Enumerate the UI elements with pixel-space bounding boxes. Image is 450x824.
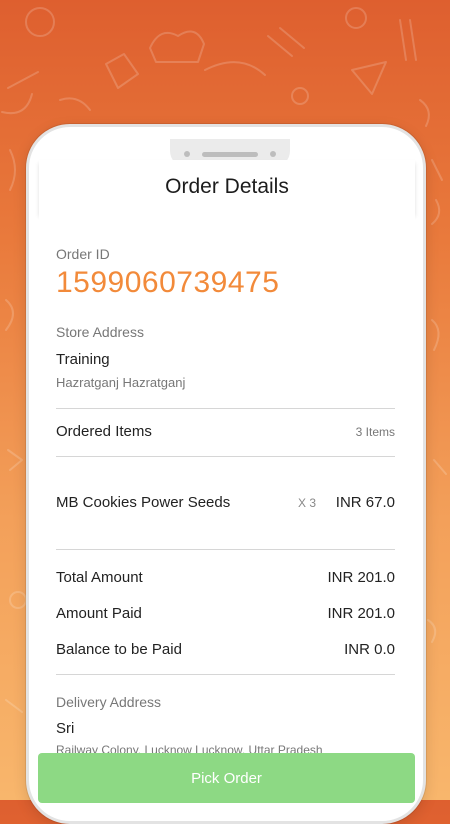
order-details-content[interactable]: Order ID 1599060739475 Store Address Tra… bbox=[39, 214, 415, 800]
list-item: MB Cookies Power Seeds X 3 INR 67.0 bbox=[56, 494, 395, 511]
divider bbox=[56, 456, 395, 457]
store-name: Training bbox=[56, 351, 110, 368]
camera-dot-icon bbox=[184, 151, 190, 157]
pick-order-button[interactable]: Pick Order bbox=[38, 753, 415, 803]
balance-value: INR 0.0 bbox=[344, 641, 395, 658]
divider bbox=[56, 674, 395, 675]
delivery-address-label: Delivery Address bbox=[56, 694, 162, 710]
balance-label: Balance to be Paid bbox=[56, 641, 182, 658]
ordered-items-label: Ordered Items bbox=[56, 423, 152, 440]
amount-paid-value: INR 201.0 bbox=[327, 605, 395, 622]
page-title: Order Details bbox=[165, 175, 289, 198]
store-address-label: Store Address bbox=[56, 324, 144, 340]
total-amount-label: Total Amount bbox=[56, 569, 143, 586]
ordered-items-header: Ordered Items 3 Items bbox=[56, 423, 395, 440]
delivery-name: Sri bbox=[56, 720, 75, 737]
items-count: 3 Items bbox=[355, 425, 395, 439]
app-header: Order Details bbox=[39, 160, 415, 214]
store-address: Hazratganj Hazratganj bbox=[56, 375, 186, 390]
amount-paid-label: Amount Paid bbox=[56, 605, 142, 622]
sensor-dot-icon bbox=[270, 151, 276, 157]
divider bbox=[56, 549, 395, 550]
amount-paid-row: Amount Paid INR 201.0 bbox=[56, 605, 395, 622]
item-price: INR 67.0 bbox=[335, 494, 395, 511]
total-amount-value: INR 201.0 bbox=[327, 569, 395, 586]
item-name: MB Cookies Power Seeds bbox=[56, 494, 231, 511]
balance-row: Balance to be Paid INR 0.0 bbox=[56, 641, 395, 658]
divider bbox=[56, 408, 395, 409]
order-id-label: Order ID bbox=[56, 246, 110, 262]
item-quantity: X 3 bbox=[298, 496, 317, 510]
total-amount-row: Total Amount INR 201.0 bbox=[56, 569, 395, 586]
speaker-icon bbox=[202, 152, 258, 157]
order-id-value: 1599060739475 bbox=[56, 266, 280, 299]
